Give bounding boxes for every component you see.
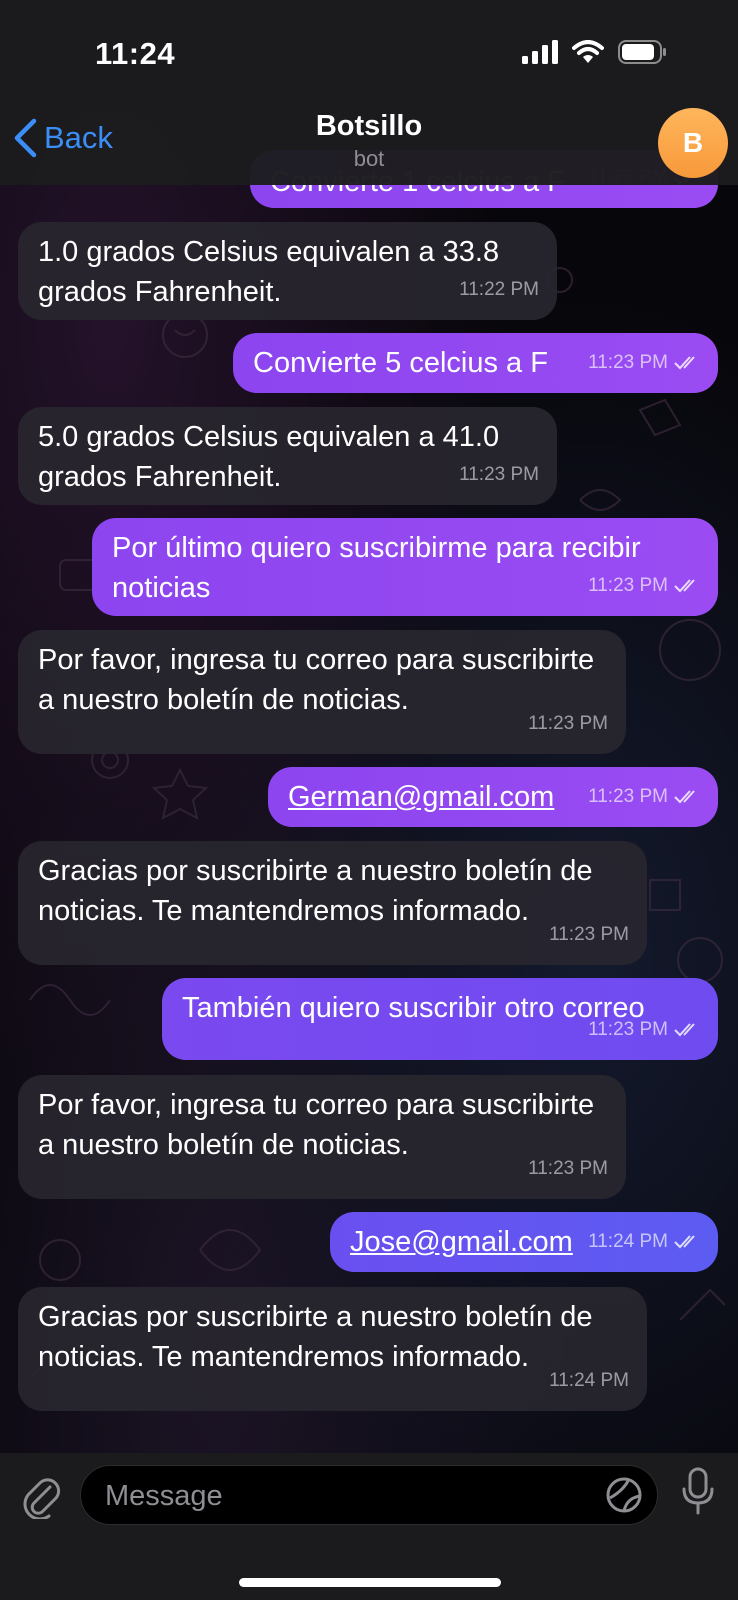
message-outgoing[interactable]: También quiero suscribir otro correo 11:… (162, 978, 718, 1060)
message-meta: 11:23 PM (588, 566, 700, 606)
email-link[interactable]: German@gmail.com (288, 781, 554, 813)
message-incoming[interactable]: Por favor, ingresa tu correo para suscri… (18, 1075, 626, 1199)
message-time: 11:23 PM (588, 786, 668, 807)
attach-icon[interactable] (20, 1471, 62, 1519)
battery-icon (618, 40, 666, 64)
message-text: Por favor, ingresa tu correo para suscri… (38, 1089, 595, 1161)
avatar[interactable]: B (658, 108, 728, 178)
message-time: 11:22 PM (459, 279, 539, 300)
double-check-icon (674, 579, 695, 593)
chat-title: Botsillo (315, 110, 423, 142)
double-check-icon (674, 1235, 695, 1249)
double-check-icon (674, 790, 695, 804)
message-incoming[interactable]: 1.0 grados Celsius equivalen a 33.8 grad… (18, 222, 557, 320)
microphone-icon[interactable] (680, 1467, 716, 1517)
message-outgoing[interactable]: German@gmail.com 11:23 PM (268, 767, 718, 827)
status-time: 11:24 (95, 36, 176, 71)
message-time: 11:23 PM (528, 713, 608, 734)
message-meta: 11:23 PM (588, 777, 700, 817)
message-outgoing[interactable]: Jose@gmail.com 11:24 PM (330, 1212, 718, 1272)
message-outgoing[interactable]: Por último quiero suscribirme para recib… (92, 518, 718, 616)
message-incoming[interactable]: Gracias por suscribirte a nuestro boletí… (18, 841, 647, 965)
message-time: 11:24 PM (549, 1370, 629, 1391)
message-placeholder: Message (105, 1480, 223, 1512)
email-link[interactable]: Jose@gmail.com (350, 1226, 573, 1258)
message-incoming[interactable]: Por favor, ingresa tu correo para suscri… (18, 630, 626, 754)
message-text: Gracias por suscribirte a nuestro boletí… (38, 1301, 593, 1373)
message-incoming[interactable]: Gracias por suscribirte a nuestro boletí… (18, 1287, 647, 1411)
message-text: Gracias por suscribirte a nuestro boletí… (38, 855, 593, 927)
signal-icon (522, 40, 558, 64)
message-time: 11:24 PM (588, 1231, 668, 1252)
message-composer: Message (0, 1453, 738, 1600)
double-check-icon (674, 356, 695, 370)
wifi-icon (572, 40, 604, 63)
sticker-icon[interactable] (605, 1476, 643, 1514)
message-time: 11:23 PM (549, 924, 629, 945)
status-icons (522, 40, 668, 64)
message-text: Convierte 5 celcius a F (253, 347, 548, 379)
chat-subtitle: bot (353, 146, 385, 171)
message-time: 11:23 PM (528, 1158, 608, 1179)
message-meta: 11:23 PM (588, 343, 700, 383)
message-time: 11:23 PM (588, 575, 668, 596)
message-time: 11:23 PM (459, 464, 539, 485)
message-time: 11:23 PM (588, 352, 668, 373)
message-incoming[interactable]: 5.0 grados Celsius equivalen a 41.0 grad… (18, 407, 557, 505)
message-meta: 11:24 PM (588, 1222, 700, 1262)
navigation-header: 11:24 Back Botsillo bot B (0, 0, 738, 185)
double-check-icon (674, 1023, 695, 1037)
message-input[interactable]: Message (80, 1465, 658, 1525)
message-meta: 11:23 PM (588, 1010, 700, 1050)
home-indicator[interactable] (239, 1578, 501, 1587)
message-time: 11:23 PM (588, 1019, 668, 1040)
chat-title-block[interactable]: Botsillo bot (0, 110, 738, 172)
message-outgoing[interactable]: Convierte 5 celcius a F 11:23 PM (233, 333, 718, 393)
message-text: Por favor, ingresa tu correo para suscri… (38, 644, 595, 716)
